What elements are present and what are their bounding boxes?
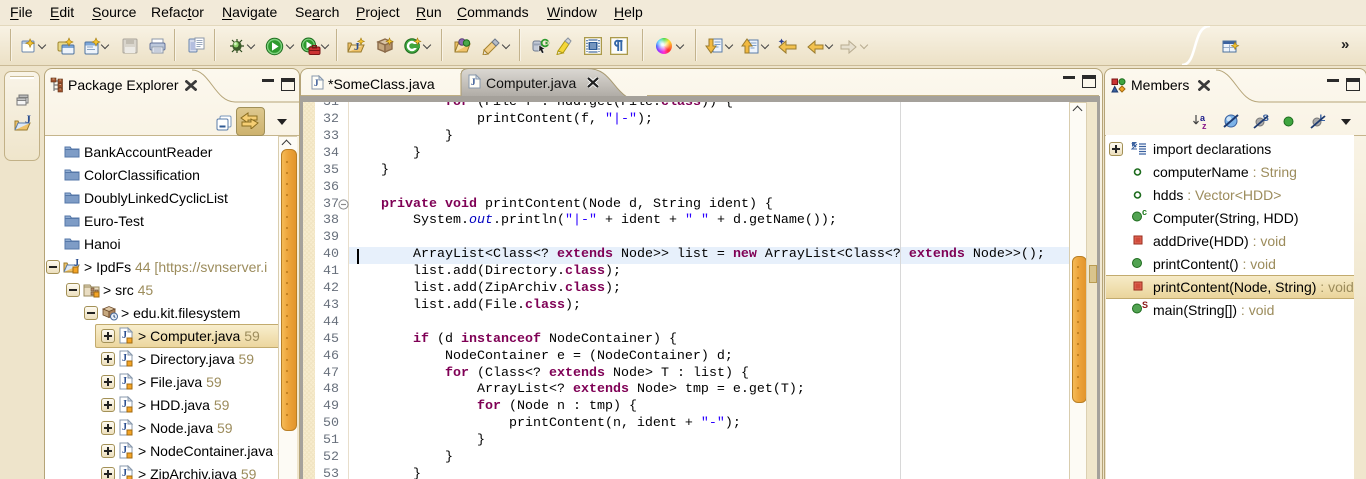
svg-text:c: c (1142, 209, 1147, 217)
svg-text:J: J (354, 41, 360, 53)
svg-text:J: J (122, 353, 127, 364)
svg-text:J: J (122, 399, 127, 410)
svg-text:J: J (122, 422, 127, 433)
svg-text:J: J (471, 77, 476, 87)
svg-text:S: S (1142, 301, 1148, 310)
svg-text:J: J (25, 114, 31, 126)
svg-text:J: J (122, 330, 127, 341)
svg-text:J: J (314, 78, 319, 88)
svg-text:J: J (122, 376, 127, 387)
svg-text:J: J (122, 468, 127, 479)
svg-text:z: z (1202, 121, 1207, 130)
svg-text:J: J (122, 445, 127, 456)
